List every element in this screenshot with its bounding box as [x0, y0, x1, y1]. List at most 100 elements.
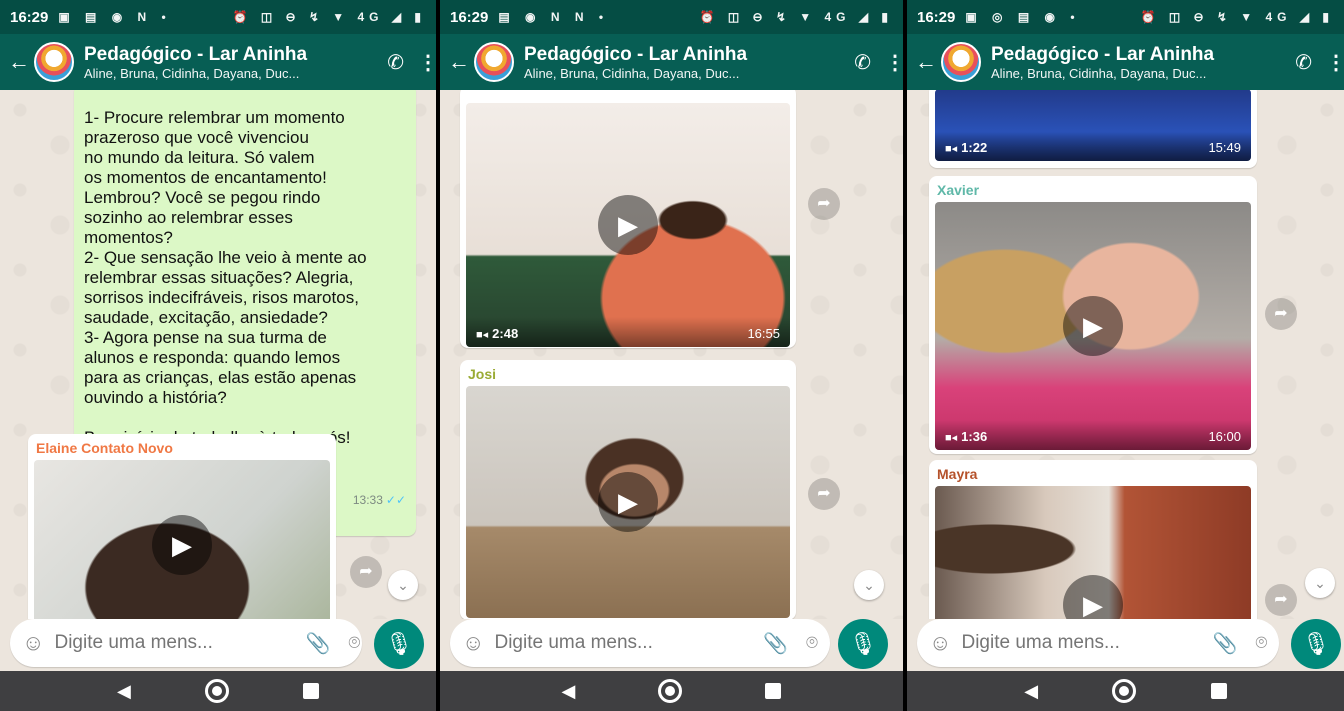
attach-icon[interactable]: 📎 [305, 631, 330, 656]
phone-screen-3: 16:29 ▣ ◎ ▤ ◉ • ⏰ ◫ ⊖ ↯ ▼ 4G ◢ ▮ ← Pedag… [907, 0, 1344, 711]
play-icon[interactable]: ▶ [598, 472, 658, 532]
camera-icon[interactable]: ⌾ [348, 632, 360, 655]
message-time: 16:00 [1208, 429, 1241, 444]
more-options-icon[interactable]: ⋮ [885, 50, 903, 75]
video-thumbnail[interactable]: ▶ [466, 386, 790, 618]
nav-back-icon[interactable]: ◀ [562, 681, 576, 702]
chat-header: ← Pedagógico - Lar Aninha Aline, Bruna, … [907, 34, 1344, 90]
group-avatar[interactable] [34, 42, 74, 82]
nav-back-icon[interactable]: ◀ [1024, 681, 1038, 702]
status-bar: 16:29 ▣ ▤ ◉ N • ⏰ ◫ ⊖ ↯ ▼ 4G ◢ ▮ [0, 0, 436, 34]
camera-icon[interactable]: ⌾ [1255, 632, 1267, 655]
nav-home-icon[interactable] [658, 679, 683, 703]
compose-bar: ☺ 📎 ⌾ 🎙 [907, 619, 1344, 671]
message-list[interactable]: ▶ ■◂ 2:48 16:55 Josi ▶ ➦ ➦ ⌄ [440, 90, 903, 619]
status-bar: 16:29 ▣ ◎ ▤ ◉ • ⏰ ◫ ⊖ ↯ ▼ 4G ◢ ▮ [907, 0, 1344, 34]
video-camera-icon: ■◂ [476, 329, 489, 341]
emoji-icon[interactable]: ☺ [22, 630, 44, 656]
video-message[interactable]: Josi ▶ [460, 360, 796, 619]
message-text: 1- Procure relembrar um momento prazeros… [84, 108, 367, 447]
video-thumbnail[interactable]: ▶ ■◂ 1:36 16:00 [935, 202, 1251, 450]
microphone-button[interactable]: 🎙 [838, 619, 888, 669]
message-input[interactable] [54, 632, 300, 654]
video-info-bar: ■◂ 2:48 16:55 [466, 317, 790, 347]
add-call-icon[interactable]: ✆ [854, 50, 871, 75]
forward-icon[interactable]: ➦ [1265, 584, 1297, 616]
message-input[interactable] [961, 632, 1207, 654]
sender-name: Mayra [937, 466, 978, 482]
group-members: Aline, Bruna, Cidinha, Dayana, Duc... [991, 65, 1207, 81]
microphone-button[interactable]: 🎙 [374, 619, 424, 669]
video-thumbnail[interactable]: ▶ ■◂ 2:48 16:55 [466, 103, 790, 347]
nav-recents-icon[interactable] [1210, 683, 1227, 699]
video-camera-icon: ■◂ [945, 432, 958, 444]
microphone-button[interactable]: 🎙 [1291, 619, 1341, 669]
play-icon[interactable]: ▶ [152, 515, 212, 575]
more-options-icon[interactable]: ⋮ [418, 50, 436, 75]
chat-title-area[interactable]: Pedagógico - Lar Aninha Aline, Bruna, Ci… [84, 44, 379, 81]
message-input-box[interactable]: ☺ 📎 ⌾ [450, 619, 830, 667]
system-status-icons: ⏰ ◫ ⊖ ↯ ▼ 4G ◢ ▮ [699, 10, 893, 24]
video-duration: 1:36 [961, 429, 988, 444]
read-receipt-icon: ✓✓ [385, 493, 406, 507]
forward-icon[interactable]: ➦ [1265, 298, 1297, 330]
emoji-icon[interactable]: ☺ [462, 630, 484, 656]
notification-icons: ▣ ◎ ▤ ◉ • [965, 10, 1081, 24]
back-arrow-icon[interactable]: ← [915, 49, 937, 75]
nav-recents-icon[interactable] [765, 683, 782, 699]
add-call-icon[interactable]: ✆ [1295, 50, 1312, 75]
system-status-icons: ⏰ ◫ ⊖ ↯ ▼ 4G ◢ ▮ [1140, 10, 1334, 24]
forward-icon[interactable]: ➦ [808, 478, 840, 510]
video-message[interactable]: ▶ ■◂ 2:48 16:55 [460, 90, 796, 348]
status-time: 16:29 [10, 8, 49, 26]
sender-name: Josi [468, 366, 497, 382]
message-input-box[interactable]: ☺ 📎 ⌾ [10, 619, 362, 667]
chat-header: ← Pedagógico - Lar Aninha Aline, Bruna, … [440, 34, 903, 90]
message-list[interactable]: ■◂ 1:22 15:49 Xavier ▶ ■◂ 1:36 16:00 May… [907, 90, 1344, 619]
play-icon[interactable]: ▶ [1063, 575, 1123, 619]
sender-name: Elaine Contato Novo [36, 440, 173, 456]
message-time: 13:33 [352, 493, 383, 507]
forward-icon[interactable]: ➦ [808, 188, 840, 220]
scroll-down-icon[interactable]: ⌄ [388, 570, 418, 600]
group-members: Aline, Bruna, Cidinha, Dayana, Duc... [84, 65, 300, 81]
message-input-box[interactable]: ☺ 📎 ⌾ [917, 619, 1279, 667]
nav-back-icon[interactable]: ◀ [117, 681, 131, 702]
android-nav-bar: ◀ [440, 671, 903, 711]
video-thumbnail[interactable]: ▶ [935, 486, 1251, 619]
camera-icon[interactable]: ⌾ [806, 632, 818, 655]
emoji-icon[interactable]: ☺ [929, 630, 951, 656]
message-list[interactable]: 1- Procure relembrar um momento prazeros… [0, 90, 436, 619]
scroll-down-icon[interactable]: ⌄ [854, 570, 884, 600]
phone-screen-1: 16:29 ▣ ▤ ◉ N • ⏰ ◫ ⊖ ↯ ▼ 4G ◢ ▮ ← Pedag… [0, 0, 436, 711]
nav-recents-icon[interactable] [302, 683, 319, 699]
nav-home-icon[interactable] [204, 679, 229, 703]
forward-icon[interactable]: ➦ [350, 556, 382, 588]
back-arrow-icon[interactable]: ← [448, 49, 470, 75]
back-arrow-icon[interactable]: ← [8, 49, 30, 75]
video-message[interactable]: Elaine Contato Novo ▶ [28, 434, 336, 619]
play-icon[interactable]: ▶ [1063, 296, 1123, 356]
group-title: Pedagógico - Lar Aninha [991, 43, 1215, 65]
group-avatar[interactable] [941, 42, 981, 82]
attach-icon[interactable]: 📎 [1212, 631, 1237, 656]
scroll-down-icon[interactable]: ⌄ [1305, 568, 1335, 598]
nav-home-icon[interactable] [1112, 679, 1137, 703]
video-camera-icon: ■◂ [945, 143, 958, 155]
status-bar: 16:29 ▤ ◉ N N • ⏰ ◫ ⊖ ↯ ▼ 4G ◢ ▮ [440, 0, 903, 34]
message-input[interactable] [494, 632, 758, 654]
chat-title-area[interactable]: Pedagógico - Lar Aninha Aline, Bruna, Ci… [524, 44, 846, 81]
video-thumbnail[interactable]: ■◂ 1:22 15:49 [935, 90, 1251, 161]
chat-title-area[interactable]: Pedagógico - Lar Aninha Aline, Bruna, Ci… [991, 44, 1287, 81]
android-nav-bar: ◀ [0, 671, 436, 711]
video-message[interactable]: Xavier ▶ ■◂ 1:36 16:00 [929, 176, 1257, 454]
more-options-icon[interactable]: ⋮ [1326, 50, 1344, 75]
add-call-icon[interactable]: ✆ [387, 50, 404, 75]
video-message[interactable]: ■◂ 1:22 15:49 [929, 90, 1257, 168]
attach-icon[interactable]: 📎 [763, 631, 788, 656]
group-avatar[interactable] [474, 42, 514, 82]
video-message[interactable]: Mayra ▶ [929, 460, 1257, 619]
video-thumbnail[interactable]: ▶ [34, 460, 330, 619]
video-duration: 2:48 [492, 326, 519, 341]
play-icon[interactable]: ▶ [598, 195, 658, 255]
